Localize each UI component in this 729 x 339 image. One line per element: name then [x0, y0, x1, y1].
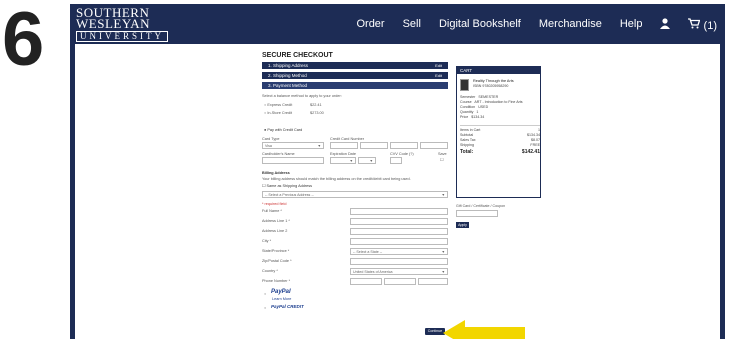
cardholder-label: Cardholder's Name [262, 152, 295, 156]
address2-label: Address Line 2 [262, 229, 288, 233]
phone-field-2[interactable] [384, 278, 416, 285]
checkout-page: SECURE CHECKOUT 1. Shipping Address Edit… [75, 44, 720, 339]
continue-button[interactable]: Continue [425, 328, 445, 335]
cvv-field[interactable] [390, 157, 402, 164]
giftcard-field[interactable] [456, 210, 498, 217]
edit-link[interactable]: Edit [435, 72, 442, 79]
step-payment-method[interactable]: 3. Payment Method [262, 82, 448, 89]
phone-label: Phone Number * [262, 279, 291, 283]
nav-help[interactable]: Help [620, 18, 643, 32]
full-name-label: Full Name * [262, 209, 282, 213]
card-number-field-3[interactable] [390, 142, 418, 149]
country-label: Country * [262, 269, 278, 273]
zip-label: Zip/Postal Code * [262, 259, 292, 263]
detail-row: Price $134.34 [460, 115, 485, 119]
previous-address-select[interactable]: -- Select a Previous Address -- ▼ [262, 191, 448, 198]
card-number-field-2[interactable] [360, 142, 388, 149]
country-select[interactable]: United States of America ▼ [350, 268, 448, 275]
university-logo[interactable]: SOUTHERN WESLEYAN UNIVERSITY [76, 6, 168, 42]
step-label: 2. Shipping Method [268, 73, 307, 78]
step-label: 1. Shipping Address [268, 63, 309, 68]
cart-totals: Items in Cart 1 Subtotal $134.34 Sales Tax… [460, 125, 540, 155]
yellow-arrow-icon [443, 320, 525, 339]
cart-panel: CART Reality Through the Arts ISBN 97802… [456, 66, 541, 198]
cart-title: CART [457, 67, 540, 74]
edit-link[interactable]: Edit [435, 62, 442, 69]
screenshot-stage: 6 SOUTHERN WESLEYAN UNIVERSITY Order Sel… [0, 0, 729, 339]
state-label: State/Province * [262, 249, 290, 253]
apply-button[interactable]: Apply [456, 222, 469, 228]
address1-label: Address Line 1 * [262, 219, 290, 223]
required-note: * required field [262, 202, 287, 206]
nav-digital-bookshelf[interactable]: Digital Bookshelf [439, 18, 521, 32]
city-label: City * [262, 239, 272, 243]
exp-year-select[interactable]: ▼ [358, 157, 376, 164]
paypal-radio[interactable]: ○ [264, 292, 266, 296]
full-name-field[interactable] [350, 208, 448, 215]
balance-option-express[interactable]: ○ Express Credit [264, 103, 292, 107]
card-number-field-1[interactable] [330, 142, 358, 149]
pay-with-credit-radio[interactable]: ● Pay with Credit Card [264, 128, 302, 132]
nav-sell[interactable]: Sell [403, 18, 421, 32]
card-number-field-4[interactable] [420, 142, 448, 149]
save-label: Save [438, 152, 447, 156]
paypal-credit-radio[interactable]: ○ [264, 306, 266, 310]
nav-order[interactable]: Order [356, 18, 384, 32]
balance-option-instore[interactable]: ○ In-Store Credit [264, 111, 292, 115]
cart-icon [688, 18, 701, 29]
cardholder-field[interactable] [262, 157, 324, 164]
account-icon[interactable] [660, 18, 671, 32]
step-shipping-address[interactable]: 1. Shipping Address Edit [262, 62, 448, 69]
payment-intro: Select a balance method to apply to your… [262, 94, 342, 98]
site-header: SOUTHERN WESLEYAN UNIVERSITY Order Sell … [70, 4, 725, 44]
cart-button[interactable]: (1) [688, 18, 717, 32]
book-cover-image [460, 79, 469, 91]
step-number: 6 [2, 0, 45, 82]
card-type-select[interactable]: Visa ▼ [262, 142, 324, 149]
cart-count: (1) [703, 20, 717, 32]
phone-field-1[interactable] [350, 278, 382, 285]
paypal-logo[interactable]: PayPal [271, 289, 291, 295]
page-title: SECURE CHECKOUT [262, 52, 333, 59]
book-title: Reality Through the Arts [473, 79, 514, 83]
cvv-label: CVV Code (?) [390, 152, 414, 156]
paypal-learn-more[interactable]: Learn More [272, 297, 291, 301]
browser-frame: SOUTHERN WESLEYAN UNIVERSITY Order Sell … [70, 4, 725, 339]
save-card-checkbox[interactable]: ☐ [440, 157, 443, 162]
address2-field[interactable] [350, 228, 448, 235]
main-nav: Order Sell Digital Bookshelf Merchandise… [356, 18, 717, 32]
phone-field-3[interactable] [418, 278, 448, 285]
total-row: Total: $142.41 [460, 149, 540, 155]
step-shipping-method[interactable]: 2. Shipping Method Edit [262, 72, 448, 79]
book-isbn: ISBN 9780205958290 [473, 84, 509, 88]
city-field[interactable] [350, 238, 448, 245]
address1-field[interactable] [350, 218, 448, 225]
nav-merchandise[interactable]: Merchandise [539, 18, 602, 32]
logo-line-3: UNIVERSITY [76, 31, 168, 42]
balance-amount-express: $22.41 [310, 103, 322, 107]
card-type-label: Card Type [262, 137, 280, 141]
exp-month-select[interactable]: ▼ [330, 157, 356, 164]
same-as-shipping-checkbox[interactable]: ☐ Same as Shipping Address [262, 183, 312, 188]
billing-title: Billing Address [262, 171, 290, 175]
expiration-label: Expiration Date [330, 152, 356, 156]
giftcard-label: Gift Card / Certificate / Coupon [456, 204, 506, 208]
billing-note: Your billing address should match the bi… [262, 177, 411, 181]
step-label: 3. Payment Method [268, 83, 308, 88]
zip-field[interactable] [350, 258, 448, 265]
cart-details: Semester SEMESTER Course ART - Introduct… [460, 95, 540, 120]
shipping-row: Shipping FREE [460, 143, 540, 147]
state-select[interactable]: -- Select a State -- ▼ [350, 248, 448, 255]
logo-line-2: WESLEYAN [76, 16, 151, 31]
card-number-label: Credit Card Number [330, 137, 364, 141]
paypal-credit-logo[interactable]: PayPal CREDIT [271, 304, 304, 309]
balance-amount-instore: $273.00 [310, 111, 324, 115]
